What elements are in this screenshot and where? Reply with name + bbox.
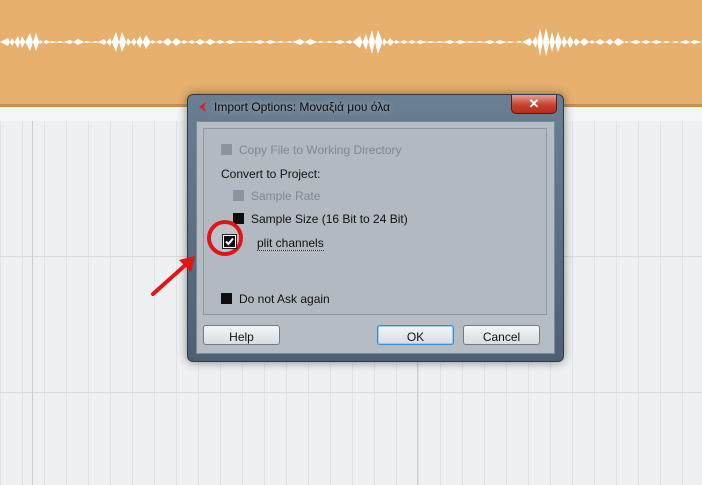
close-button[interactable]: ✕: [511, 95, 557, 114]
grid-row-line: [0, 392, 702, 393]
do-not-ask-checkbox[interactable]: [221, 293, 232, 304]
sample-size-label: Sample Size (16 Bit to 24 Bit): [251, 212, 408, 226]
red-arrow-icon: [151, 256, 195, 296]
checkmark-icon: [224, 236, 235, 247]
copy-file-checkbox[interactable]: [221, 144, 232, 155]
cancel-button[interactable]: Cancel: [463, 325, 540, 345]
audio-track: [0, 0, 702, 104]
waveform: [0, 28, 702, 56]
dialog-content: Copy File to Working Directory Convert t…: [196, 121, 555, 354]
dialog-title: Import Options: Μοναξιά μου όλα: [214, 100, 390, 114]
sample-rate-label: Sample Rate: [251, 189, 321, 203]
convert-header: Convert to Project:: [221, 167, 321, 181]
cubase-logo-icon: [199, 102, 206, 112]
sample-rate-checkbox[interactable]: [233, 190, 244, 201]
ok-button[interactable]: OK: [377, 325, 454, 345]
grid-bar-line: [32, 121, 33, 485]
split-channels-label: plit channels: [257, 236, 324, 251]
options-group: Copy File to Working Directory Convert t…: [203, 128, 547, 315]
help-button[interactable]: Help: [203, 325, 280, 345]
split-channels-checkbox[interactable]: [222, 234, 237, 249]
do-not-ask-label: Do not Ask again: [239, 292, 330, 306]
import-options-dialog: Import Options: Μοναξιά μου όλα ✕ Copy F…: [187, 94, 564, 362]
copy-file-label: Copy File to Working Directory: [239, 143, 402, 157]
dialog-titlebar[interactable]: Import Options: Μοναξιά μου όλα ✕: [188, 95, 563, 119]
